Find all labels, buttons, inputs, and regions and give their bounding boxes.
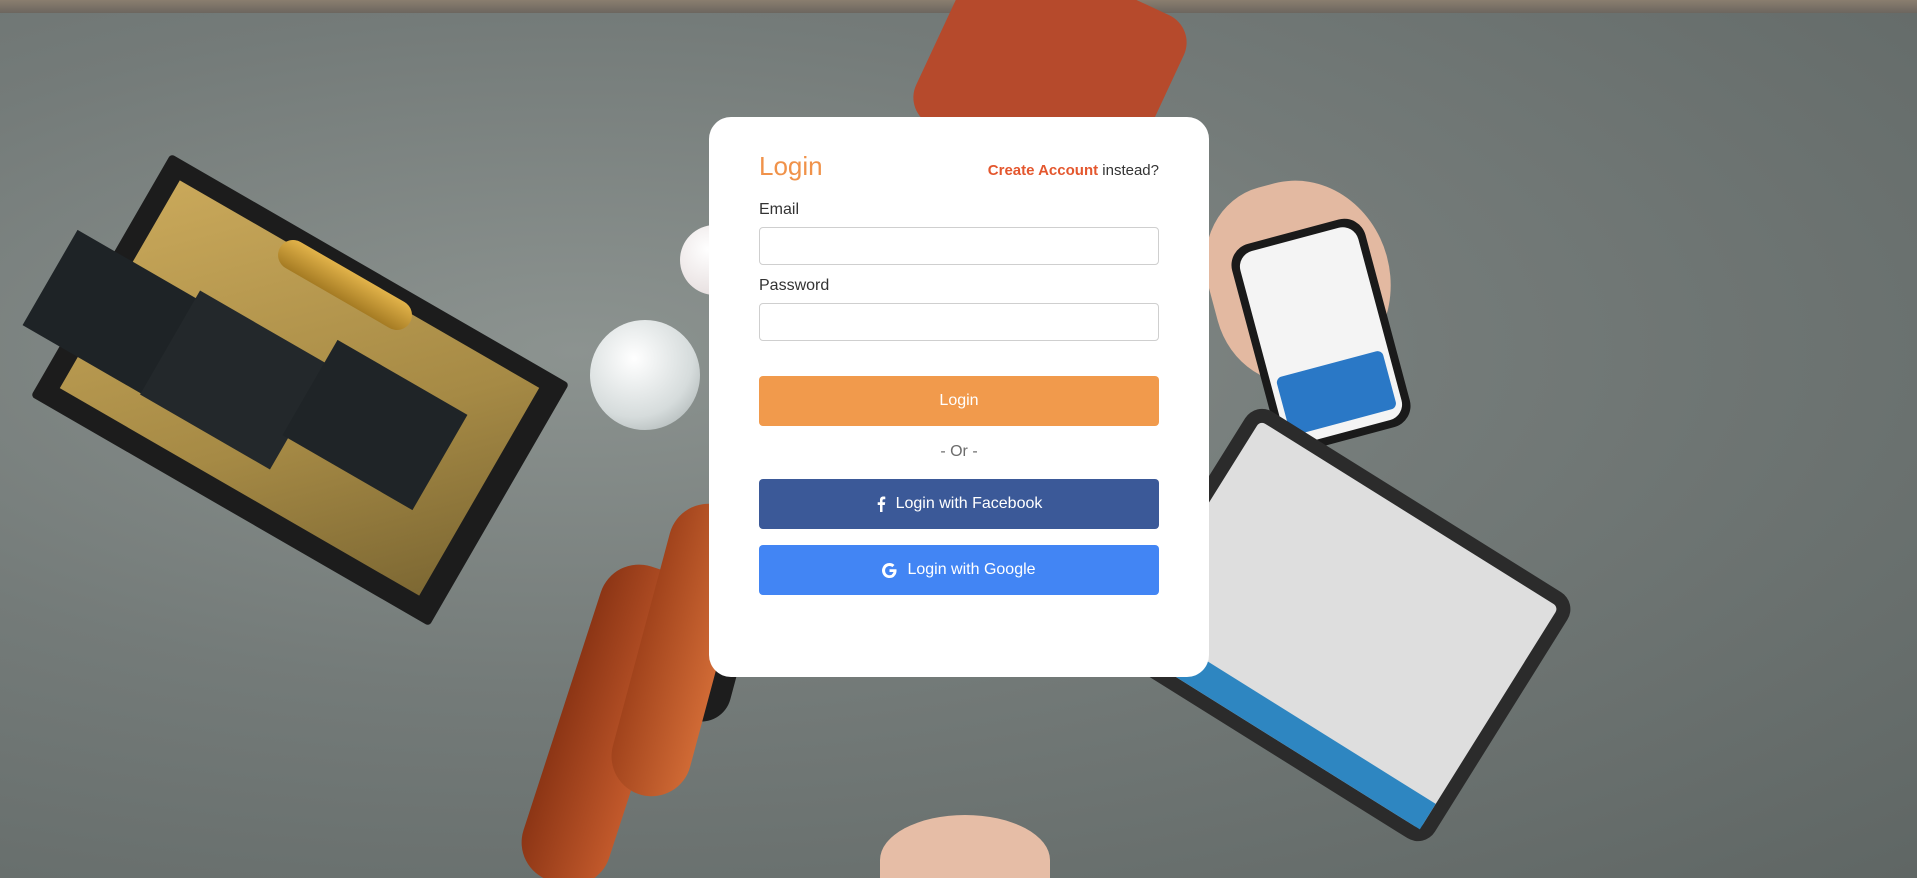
- or-divider: - Or -: [940, 443, 978, 460]
- password-field[interactable]: [759, 303, 1159, 341]
- email-field[interactable]: [759, 227, 1159, 265]
- background-hand: [880, 815, 1050, 878]
- google-login-label: Login with Google: [907, 561, 1036, 578]
- login-button[interactable]: Login: [759, 376, 1159, 426]
- background-bottle: [590, 320, 700, 430]
- facebook-login-label: Login with Facebook: [895, 495, 1043, 512]
- google-login-button[interactable]: Login with Google: [759, 545, 1159, 595]
- facebook-icon: [876, 496, 886, 512]
- login-card: Login Create Account instead? Email Pass…: [709, 117, 1209, 677]
- create-account-prompt: Create Account instead?: [988, 162, 1159, 179]
- login-button-label: Login: [939, 392, 979, 409]
- create-account-suffix: instead?: [1098, 162, 1159, 179]
- email-label: Email: [759, 201, 800, 218]
- login-header: Login Create Account instead?: [759, 151, 1159, 191]
- facebook-login-button[interactable]: Login with Facebook: [759, 479, 1159, 529]
- create-account-link[interactable]: Create Account: [988, 162, 1098, 179]
- google-icon: [882, 562, 897, 578]
- background-phone-card: [1275, 349, 1398, 437]
- password-label: Password: [759, 277, 830, 294]
- login-title: Login: [759, 151, 823, 181]
- background-scene: Login Create Account instead? Email Pass…: [0, 0, 1917, 878]
